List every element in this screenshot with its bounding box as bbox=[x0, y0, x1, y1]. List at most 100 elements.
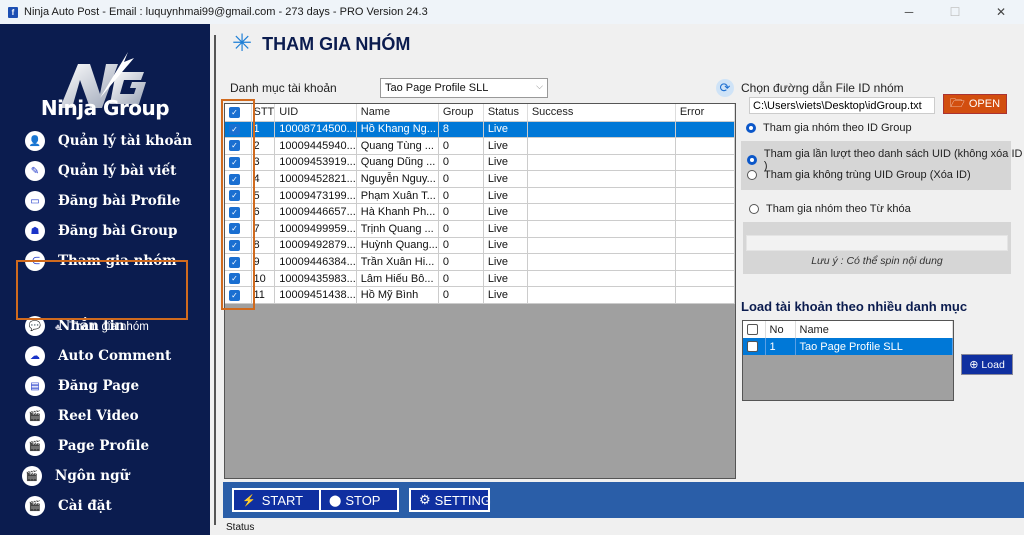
table-row[interactable]: ✓ 1 10008714500... Hồ Khang Ng... 8 Live bbox=[225, 121, 736, 139]
keyword-input[interactable] bbox=[746, 235, 1008, 251]
row-checkbox-cell[interactable]: ✓ bbox=[225, 203, 252, 222]
col-name[interactable]: Name bbox=[795, 321, 953, 338]
category-table[interactable]: No Name 1 Tao Page Profile SLL bbox=[742, 320, 954, 401]
sidebar-item-2[interactable]: ▭ Đăng bài Profile bbox=[25, 188, 180, 214]
table-row[interactable]: 1 Tao Page Profile SLL bbox=[743, 338, 953, 355]
select-all-header[interactable] bbox=[743, 321, 766, 338]
table-row[interactable]: ✓ 9 10009446384... Trần Xuân Hi... 0 Liv… bbox=[225, 253, 736, 271]
cell-error bbox=[675, 253, 736, 271]
setting-button[interactable]: ⚙ SETTING bbox=[409, 488, 491, 512]
sub-item-tham-gia-nhom[interactable]: ♣ Tham gia nhóm bbox=[55, 321, 149, 333]
table-row[interactable]: ✓ 10 10009435983... Lâm Hiếu Bô... 0 Liv… bbox=[225, 270, 736, 288]
row-checkbox[interactable]: ✓ bbox=[229, 190, 240, 202]
select-all-checkbox[interactable] bbox=[747, 324, 758, 336]
radio-join-by-keyword[interactable]: Tham gia nhóm theo Từ khóa bbox=[749, 203, 911, 215]
stop-icon: ⬤ bbox=[329, 494, 342, 507]
row-checkbox[interactable] bbox=[747, 341, 758, 353]
monitor-icon: ▭ bbox=[25, 191, 45, 211]
table-row[interactable]: ✓ 11 10009451438... Hồ Mỹ Bình 0 Live bbox=[225, 286, 736, 305]
cell-error bbox=[675, 170, 736, 188]
sidebar-item-label: Đăng Page bbox=[58, 378, 140, 394]
table-row[interactable]: ✓ 7 10009499959... Trịnh Quang ... 0 Liv… bbox=[225, 220, 736, 238]
table-header: ✓ STT UID Name Group Status Success Erro… bbox=[225, 104, 736, 122]
sidebar-item-7[interactable]: ▤ Đăng Page bbox=[25, 373, 139, 399]
sidebar-item-3[interactable]: ☗ Đăng bài Group bbox=[25, 218, 177, 244]
clapperboard-icon: 🎬 bbox=[22, 466, 42, 486]
col-stt[interactable]: STT bbox=[251, 104, 276, 122]
sidebar-item-label: Cài đặt bbox=[58, 498, 112, 514]
table-row[interactable]: ✓ 4 10009452821... Nguyễn Nguy... 0 Live bbox=[225, 170, 736, 188]
folder-icon: 🗁 bbox=[949, 95, 965, 110]
row-checkbox-cell[interactable] bbox=[743, 338, 766, 355]
select-all-checkbox[interactable]: ✓ bbox=[229, 106, 240, 118]
row-checkbox[interactable]: ✓ bbox=[229, 240, 240, 252]
row-checkbox-cell[interactable]: ✓ bbox=[225, 220, 252, 238]
row-checkbox[interactable]: ✓ bbox=[229, 256, 240, 268]
start-button[interactable]: ⚡ START bbox=[232, 488, 330, 512]
cell-uid: 10009445940... bbox=[274, 137, 357, 155]
row-checkbox-cell[interactable]: ✓ bbox=[225, 170, 252, 188]
row-checkbox[interactable]: ✓ bbox=[229, 140, 240, 152]
refresh-icon[interactable]: ⟳ bbox=[716, 79, 734, 97]
row-checkbox-cell[interactable]: ✓ bbox=[225, 154, 252, 172]
cell-success bbox=[527, 170, 676, 188]
row-checkbox-cell[interactable]: ✓ bbox=[225, 187, 252, 205]
cell-success bbox=[527, 253, 676, 271]
stop-button[interactable]: ⬤ STOP bbox=[319, 488, 399, 512]
radio-no-duplicate-uid[interactable]: Tham gia không trùng UID Group (Xóa ID) bbox=[747, 169, 971, 181]
col-name[interactable]: Name bbox=[356, 104, 439, 122]
radio-join-by-id[interactable]: Tham gia nhóm theo ID Group bbox=[746, 122, 912, 134]
row-checkbox[interactable]: ✓ bbox=[229, 223, 240, 235]
row-checkbox-cell[interactable]: ✓ bbox=[225, 237, 252, 255]
col-success[interactable]: Success bbox=[527, 104, 676, 122]
cell-success bbox=[527, 137, 676, 155]
sidebar-item-6[interactable]: ☁ Auto Comment bbox=[25, 343, 171, 369]
table-row[interactable]: ✓ 8 10009492879... Huỳnh Quang... 0 Live bbox=[225, 237, 736, 255]
sidebar-item-0[interactable]: 👤 Quản lý tài khoản bbox=[25, 128, 192, 154]
sidebar-item-11[interactable]: 🎬 Cài đặt bbox=[25, 493, 112, 519]
sidebar-item-10[interactable]: 🎬 Ngôn ngữ bbox=[22, 463, 129, 489]
cell-stt: 5 bbox=[251, 187, 276, 205]
row-checkbox[interactable]: ✓ bbox=[229, 206, 240, 218]
sidebar: Ninja Group 👤 Quản lý tài khoản ✎ Quản lý b… bbox=[0, 24, 210, 535]
cell-status: Live bbox=[483, 187, 528, 205]
table-row[interactable]: ✓ 6 10009446657... Hà Khanh Ph... 0 Live bbox=[225, 203, 736, 222]
row-checkbox-cell[interactable]: ✓ bbox=[225, 286, 252, 305]
col-no[interactable]: No bbox=[765, 321, 796, 338]
minimize-button[interactable]: ─ bbox=[886, 0, 932, 24]
cell-group: 0 bbox=[438, 270, 484, 288]
row-checkbox-cell[interactable]: ✓ bbox=[225, 121, 252, 139]
sidebar-item-8[interactable]: 🎬 Reel Video bbox=[25, 403, 139, 429]
col-group[interactable]: Group bbox=[438, 104, 484, 122]
category-select[interactable]: Tao Page Profile SLL ⌵ bbox=[380, 78, 548, 98]
file-path-input[interactable]: C:\Users\viets\Desktop\idGroup.txt bbox=[749, 97, 935, 114]
cell-group: 8 bbox=[438, 121, 484, 139]
col-status[interactable]: Status bbox=[483, 104, 528, 122]
row-checkbox-cell[interactable]: ✓ bbox=[225, 253, 252, 271]
row-checkbox-cell[interactable]: ✓ bbox=[225, 270, 252, 288]
row-checkbox[interactable]: ✓ bbox=[229, 157, 240, 169]
row-checkbox[interactable]: ✓ bbox=[229, 289, 240, 301]
cell-stt: 6 bbox=[251, 203, 276, 222]
col-error[interactable]: Error bbox=[675, 104, 736, 122]
sidebar-item-label: Auto Comment bbox=[58, 348, 172, 364]
open-file-button[interactable]: 🗁 OPEN bbox=[943, 94, 1007, 114]
sidebar-item-9[interactable]: 🎬 Page Profile bbox=[25, 433, 149, 459]
row-checkbox[interactable]: ✓ bbox=[229, 123, 240, 135]
maximize-button[interactable]: ☐ bbox=[932, 0, 978, 24]
load-button[interactable]: ⊕ Load bbox=[961, 354, 1013, 375]
col-uid[interactable]: UID bbox=[274, 104, 357, 122]
table-row[interactable]: ✓ 5 10009473199... Phạm Xuân T... 0 Live bbox=[225, 187, 736, 205]
table-row[interactable]: ✓ 2 10009445940... Quang Tùng ... 0 Live bbox=[225, 137, 736, 155]
cell-uid: 10009446384... bbox=[274, 253, 357, 271]
row-checkbox-cell[interactable]: ✓ bbox=[225, 137, 252, 155]
select-all-header[interactable]: ✓ bbox=[225, 104, 252, 122]
table-row[interactable]: ✓ 3 10009453919... Quang Dũng ... 0 Live bbox=[225, 154, 736, 172]
close-button[interactable]: ✕ bbox=[978, 0, 1024, 24]
row-no: 1 bbox=[765, 338, 796, 355]
row-checkbox[interactable]: ✓ bbox=[229, 173, 240, 185]
file-path-label: Chọn đường dẫn File ID nhóm bbox=[741, 81, 904, 95]
accounts-table[interactable]: ✓ STT UID Name Group Status Success Erro… bbox=[224, 103, 736, 479]
sidebar-item-1[interactable]: ✎ Quản lý bài viết bbox=[25, 158, 176, 184]
row-checkbox[interactable]: ✓ bbox=[229, 273, 240, 285]
